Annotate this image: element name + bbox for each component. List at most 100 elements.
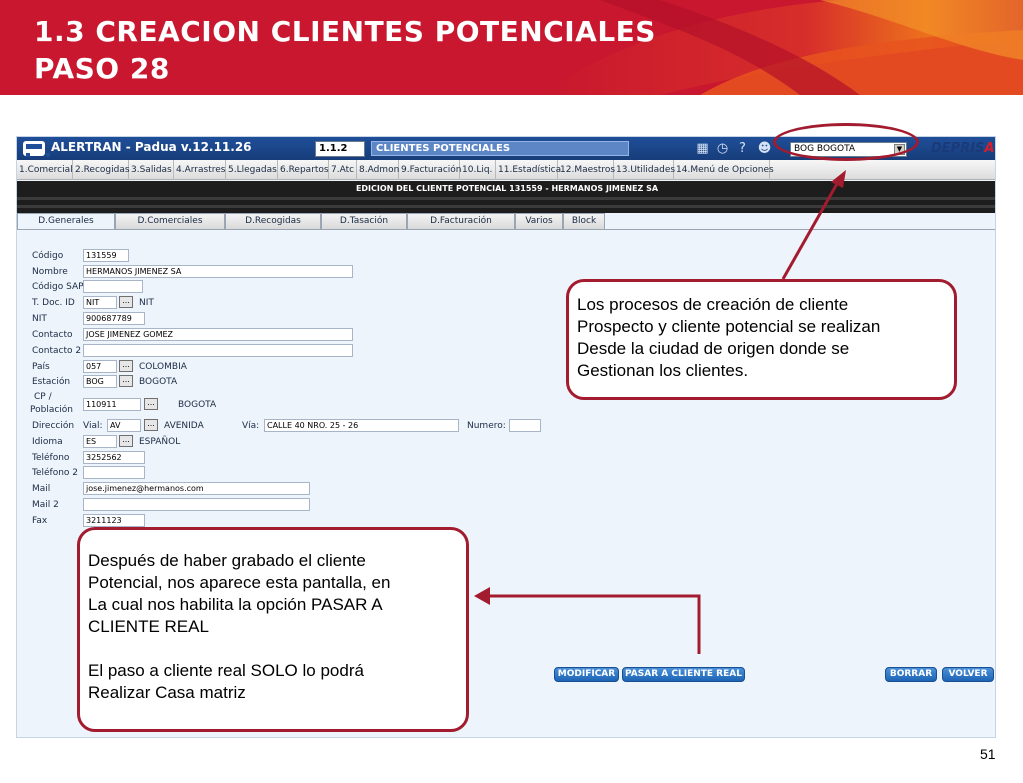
menu-estadistica[interactable]: 11.Estadística xyxy=(496,160,561,180)
pais-description: COLOMBIA xyxy=(139,362,187,372)
pais-lookup-button[interactable]: ... xyxy=(119,360,133,372)
callout-bottom-line: La cual nos habilita la opción PASAR A xyxy=(88,595,383,614)
codigo-field[interactable]: 131559 xyxy=(83,249,129,262)
tab-d-tasacion[interactable]: D.Tasación xyxy=(321,213,407,229)
tab-d-recogidas[interactable]: D.Recogidas xyxy=(225,213,321,229)
tab-d-comerciales[interactable]: D.Comerciales xyxy=(115,213,225,229)
calendar-icon[interactable]: ▦ xyxy=(695,141,710,156)
estacion-label: Estación xyxy=(32,377,71,387)
menu-arrastres[interactable]: 4.Arrastres xyxy=(174,160,226,180)
codigo-label: Código xyxy=(32,251,64,261)
via-label: Vía: xyxy=(242,421,260,431)
callout-bottom-line xyxy=(88,638,458,660)
help-icon[interactable]: ? xyxy=(735,141,750,156)
estacion-description: BOGOTA xyxy=(139,377,178,387)
pais-field[interactable]: 057 xyxy=(83,360,117,373)
menu-utilidades[interactable]: 13.Utilidades xyxy=(614,160,675,180)
numero-label: Numero: xyxy=(467,421,506,431)
pais-label: País xyxy=(32,362,50,372)
pasar-a-cliente-real-button[interactable]: PASAR A CLIENTE REAL xyxy=(622,667,745,682)
module-code-field[interactable]: 1.1.2 xyxy=(315,141,365,157)
menu-liq[interactable]: 10.Liq. xyxy=(460,160,496,180)
callout-bottom-line: Después de haber grabado el cliente xyxy=(88,551,366,570)
codigo-sap-field[interactable] xyxy=(83,280,143,293)
modificar-button[interactable]: MODIFICAR xyxy=(554,667,619,682)
tab-varios[interactable]: Varios xyxy=(515,213,563,229)
vial-description: AVENIDA xyxy=(164,421,204,431)
callout-top-line: Los procesos de creación de cliente xyxy=(577,295,849,314)
user-icon[interactable]: ☻ xyxy=(757,141,772,156)
slide: 1.3 CREACION CLIENTES POTENCIALES PASO 2… xyxy=(0,0,1023,783)
borrar-button[interactable]: BORRAR xyxy=(885,667,937,682)
menu-recogidas[interactable]: 2.Recogidas xyxy=(73,160,130,180)
vial-field[interactable]: AV xyxy=(107,419,141,432)
vial-lookup-button[interactable]: ... xyxy=(144,419,158,431)
direccion-label: Dirección xyxy=(32,421,75,431)
module-name-field: CLIENTES POTENCIALES xyxy=(371,141,629,156)
mail2-label: Mail 2 xyxy=(32,500,59,510)
contacto2-field[interactable] xyxy=(83,344,353,357)
idioma-label: Idioma xyxy=(32,437,63,447)
tab-d-generales[interactable]: D.Generales xyxy=(17,213,115,229)
tab-block[interactable]: Block xyxy=(563,213,605,229)
callout-bottom-line: CLIENTE REAL xyxy=(88,617,209,636)
fax-label: Fax xyxy=(32,516,48,526)
clock-icon[interactable]: ◷ xyxy=(715,141,730,156)
menu-llegadas[interactable]: 5.Llegadas xyxy=(226,160,278,180)
mail-label: Mail xyxy=(32,484,51,494)
cp-field[interactable]: 110911 xyxy=(83,398,141,411)
app-title: ALERTRAN - Padua v.12.11.26 xyxy=(51,140,252,154)
telefono2-label: Teléfono 2 xyxy=(32,468,79,478)
mail-field[interactable]: jose.jimenez@hermanos.com xyxy=(83,482,310,495)
vial-label: Vial: xyxy=(83,421,103,431)
menu-salidas[interactable]: 3.Salidas xyxy=(129,160,174,180)
tdoc-description: NIT xyxy=(139,298,154,308)
mail2-field[interactable] xyxy=(83,498,310,511)
poblacion-label: Población xyxy=(30,405,74,415)
via-field[interactable]: CALLE 40 NRO. 25 - 26 xyxy=(264,419,459,432)
menu-facturacion[interactable]: 9.Facturación xyxy=(399,160,462,180)
nombre-field[interactable]: HERMANOS JIMENEZ SA xyxy=(83,265,353,278)
menu-atc[interactable]: 7.Atc xyxy=(329,160,357,180)
nombre-label: Nombre xyxy=(32,267,68,277)
menu-comercial[interactable]: 1.Comercial xyxy=(17,160,73,180)
volver-button[interactable]: VOLVER xyxy=(942,667,994,682)
telefono2-field[interactable] xyxy=(83,466,145,479)
idioma-description: ESPAÑOL xyxy=(139,437,181,447)
fax-field[interactable]: 3211123 xyxy=(83,514,145,527)
menu-maestros[interactable]: 12.Maestros xyxy=(558,160,615,180)
codigo-sap-label: Código SAP xyxy=(32,282,84,292)
nit-field[interactable]: 900687789 xyxy=(83,312,145,325)
numero-field[interactable] xyxy=(509,419,541,432)
menu-repartos[interactable]: 6.Repartos xyxy=(278,160,329,180)
callout-bottom-line: Realizar Casa matriz xyxy=(88,683,246,702)
menu-opciones[interactable]: 14.Menú de Opciones xyxy=(674,160,774,180)
contacto-label: Contacto xyxy=(32,330,73,340)
slide-title-line1: 1.3 CREACION CLIENTES POTENCIALES xyxy=(34,15,656,48)
main-menu-bar: 1.Comercial 2.Recogidas 3.Salidas 4.Arra… xyxy=(17,160,995,180)
callout-bottom: Después de haber grabado el cliente Pote… xyxy=(77,527,469,732)
bus-icon xyxy=(23,141,50,157)
tdoc-label: T. Doc. ID xyxy=(32,298,75,308)
callout-bottom-line: Potencial, nos aparece esta pantalla, en xyxy=(88,573,391,592)
company-logo: DEPRISA xyxy=(931,141,995,156)
contacto-field[interactable]: JOSE JIMENEZ GOMEZ xyxy=(83,328,353,341)
cp-label: CP / xyxy=(34,392,52,402)
form-tabs: D.Generales D.Comerciales D.Recogidas D.… xyxy=(17,213,995,229)
idioma-lookup-button[interactable]: ... xyxy=(119,435,133,447)
tdoc-field[interactable]: NIT xyxy=(83,296,117,309)
tab-d-facturacion[interactable]: D.Facturación xyxy=(407,213,515,229)
callout-top-line: Prospecto y cliente potencial se realiza… xyxy=(577,317,881,336)
estacion-lookup-button[interactable]: ... xyxy=(119,375,133,387)
estacion-field[interactable]: BOG xyxy=(83,375,117,388)
telefono-field[interactable]: 3252562 xyxy=(83,451,145,464)
city-highlight-ellipse xyxy=(773,123,919,161)
page-number: 51 xyxy=(980,746,996,762)
tdoc-lookup-button[interactable]: ... xyxy=(119,296,133,308)
cp-lookup-button[interactable]: ... xyxy=(144,398,158,410)
idioma-field[interactable]: ES xyxy=(83,435,117,448)
callout-top: Los procesos de creación de cliente Pros… xyxy=(566,279,957,400)
edit-title: EDICION DEL CLIENTE POTENCIAL 131559 - H… xyxy=(355,184,659,193)
slide-title-line2: PASO 28 xyxy=(34,52,170,85)
menu-admon[interactable]: 8.Admon xyxy=(357,160,399,180)
